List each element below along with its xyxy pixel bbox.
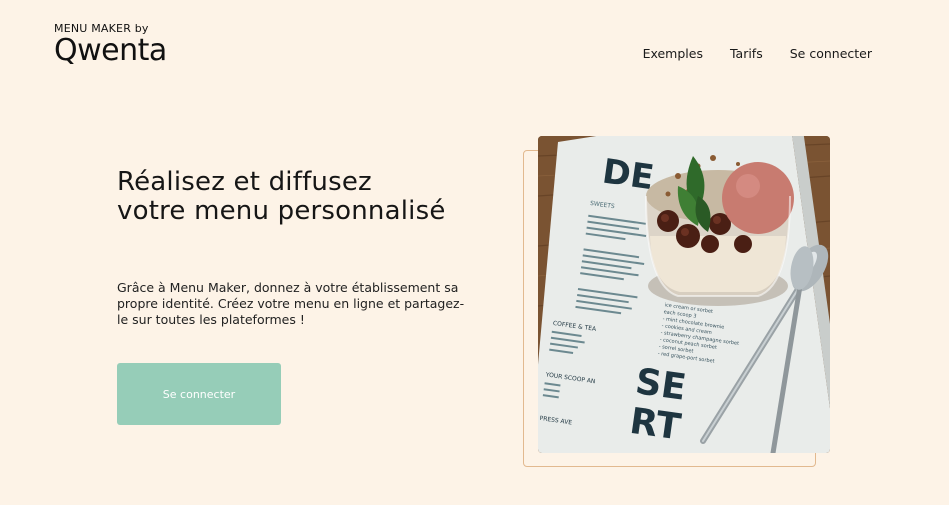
hero-description: Grâce à Menu Maker, donnez à votre établ… <box>117 280 465 327</box>
main-nav: Exemples Tarifs Se connecter <box>643 46 872 61</box>
nav-link-tarifs[interactable]: Tarifs <box>730 46 763 61</box>
site-header: MENU MAKER by Qwenta Exemples Tarifs Se … <box>0 0 949 80</box>
login-button[interactable]: Se connecter <box>117 363 281 425</box>
brand-name: Qwenta <box>54 33 167 68</box>
nav-link-exemples[interactable]: Exemples <box>643 46 703 61</box>
brand-logo[interactable]: MENU MAKER by Qwenta <box>54 22 167 66</box>
dessert-menu-photo: DE SWEETS COFFEE & TEA YOUR SCOOP AN PRE… <box>538 136 830 453</box>
hero-title: Réalisez et diffusez votre menu personna… <box>117 167 446 226</box>
dessert-photo-illustration: DE SWEETS COFFEE & TEA YOUR SCOOP AN PRE… <box>538 136 830 453</box>
nav-link-se-connecter[interactable]: Se connecter <box>790 46 872 61</box>
menu-word-bottom-2: RT <box>627 401 683 449</box>
